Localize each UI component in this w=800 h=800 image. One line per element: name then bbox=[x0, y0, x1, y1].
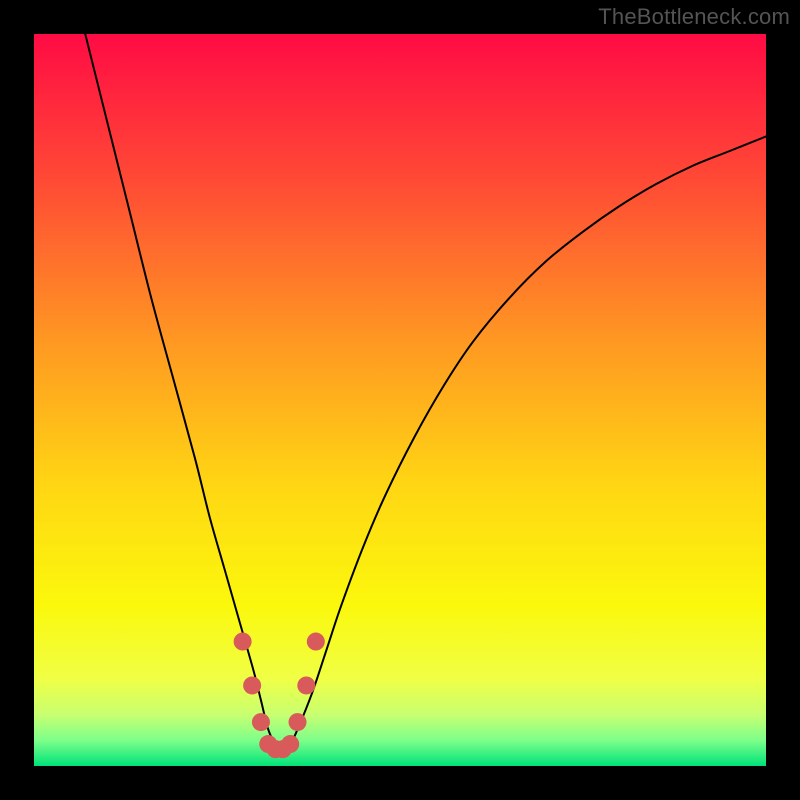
gradient-background bbox=[34, 34, 766, 766]
plot-area bbox=[34, 34, 766, 766]
highlight-dot bbox=[243, 676, 261, 694]
chart-svg bbox=[34, 34, 766, 766]
chart-frame: TheBottleneck.com bbox=[0, 0, 800, 800]
highlight-dot bbox=[307, 633, 325, 651]
highlight-dot bbox=[234, 633, 252, 651]
highlight-dot bbox=[297, 676, 315, 694]
highlight-dot bbox=[281, 735, 299, 753]
highlight-dot bbox=[252, 713, 270, 731]
watermark-text: TheBottleneck.com bbox=[598, 4, 790, 30]
highlight-dot bbox=[289, 713, 307, 731]
